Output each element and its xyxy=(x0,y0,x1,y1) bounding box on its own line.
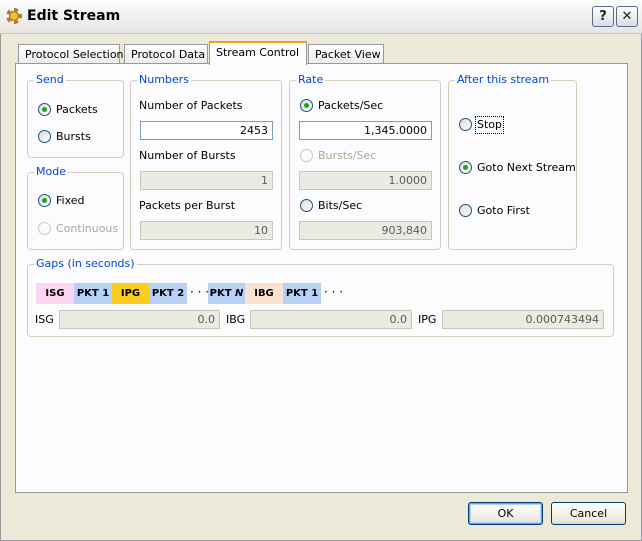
ibg-label: IBG xyxy=(226,313,246,326)
rate-bits-sec-label: Bits/Sec xyxy=(318,199,363,212)
numbers-legend: Numbers xyxy=(137,73,191,87)
gaps-legend: Gaps (in seconds) xyxy=(34,257,137,271)
bursts-sec-input: 1.0000 xyxy=(299,171,432,190)
gap-block-ibg: IBG xyxy=(245,283,283,304)
radio-unchecked-icon[interactable] xyxy=(300,199,313,212)
send-packets-label: Packets xyxy=(56,103,98,116)
rate-packets-sec-label: Packets/Sec xyxy=(318,99,384,112)
num-packets-input[interactable]: 2453 xyxy=(140,121,273,140)
gap-block-pktn: PKT N xyxy=(208,283,245,304)
num-bursts-label: Number of Bursts xyxy=(139,149,236,162)
tab-protocol-data[interactable]: Protocol Data xyxy=(124,44,208,64)
title-bar: Edit Stream ? ✕ xyxy=(0,0,642,34)
after-goto-first-label: Goto First xyxy=(477,204,530,217)
help-button[interactable]: ? xyxy=(592,6,614,27)
gear-icon xyxy=(6,8,22,24)
rate-bursts-sec-label: Bursts/Sec xyxy=(318,149,377,162)
num-bursts-input: 1 xyxy=(140,171,273,190)
send-group: Send Packets Bursts xyxy=(27,73,124,158)
close-button[interactable]: ✕ xyxy=(616,6,638,27)
radio-disabled-icon xyxy=(300,149,313,162)
gap-block-isg: ISG xyxy=(36,283,74,304)
tab-packet-view[interactable]: Packet View xyxy=(308,44,384,64)
radio-unchecked-icon[interactable] xyxy=(459,204,472,217)
radio-disabled-icon xyxy=(38,222,51,235)
rate-legend: Rate xyxy=(296,73,326,87)
gap-ellipsis: · · · xyxy=(190,285,210,299)
send-legend: Send xyxy=(34,73,66,87)
ok-button[interactable]: OK xyxy=(468,502,543,525)
radio-checked-icon[interactable] xyxy=(38,103,51,116)
gap-block-ipg: IPG xyxy=(112,283,149,304)
radio-unchecked-icon[interactable] xyxy=(38,130,51,143)
radio-checked-icon[interactable] xyxy=(300,99,313,112)
mode-legend: Mode xyxy=(34,165,68,179)
send-bursts-label: Bursts xyxy=(56,130,91,143)
gap-block-pkt1: PKT 1 xyxy=(74,283,112,304)
radio-checked-icon[interactable] xyxy=(38,194,51,207)
isg-input: 0.0 xyxy=(59,310,220,329)
mode-continuous-label: Continuous xyxy=(56,222,119,235)
gap-block-pkt2: PKT 2 xyxy=(149,283,187,304)
cancel-button[interactable]: Cancel xyxy=(551,502,626,525)
tab-stream-control[interactable]: Stream Control xyxy=(209,41,307,65)
ipg-input: 0.000743494 xyxy=(442,310,604,329)
radio-checked-icon[interactable] xyxy=(459,161,472,174)
mode-group: Mode Fixed Continuous xyxy=(27,165,124,250)
window-title: Edit Stream xyxy=(27,8,121,24)
isg-label: ISG xyxy=(35,313,54,326)
ibg-input: 0.0 xyxy=(250,310,412,329)
ipg-label: IPG xyxy=(418,313,437,326)
num-packets-label: Number of Packets xyxy=(139,99,243,112)
packets-sec-input[interactable]: 1,345.0000 xyxy=(299,121,432,140)
after-stop-label: Stop xyxy=(474,116,505,134)
gap-ellipsis-end: · · · xyxy=(324,285,344,299)
packets-per-burst-label: Packets per Burst xyxy=(139,199,236,212)
after-stream-legend: After this stream xyxy=(455,73,552,87)
mode-fixed-label: Fixed xyxy=(56,194,85,207)
radio-unchecked-icon[interactable] xyxy=(459,118,472,131)
packets-per-burst-input: 10 xyxy=(140,221,273,240)
after-goto-next-label: Goto Next Stream xyxy=(477,161,576,174)
gap-block-pkt1-next: PKT 1 xyxy=(283,283,321,304)
tab-protocol-selection[interactable]: Protocol Selection xyxy=(18,44,124,64)
bits-sec-input: 903,840 xyxy=(299,221,432,240)
